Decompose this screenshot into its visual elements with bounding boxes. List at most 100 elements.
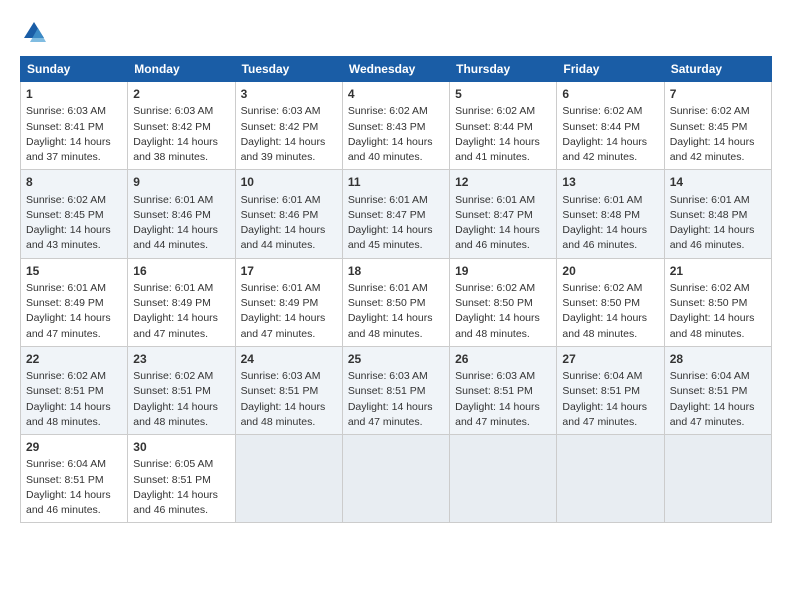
day-cell: 8 Sunrise: 6:02 AM Sunset: 8:45 PM Dayli…: [21, 170, 128, 258]
daylight: Daylight: 14 hours and 40 minutes.: [348, 136, 433, 163]
sunrise: Sunrise: 6:01 AM: [26, 282, 106, 294]
day-number: 5: [455, 86, 551, 103]
day-number: 21: [670, 263, 766, 280]
sunrise: Sunrise: 6:03 AM: [26, 105, 106, 117]
daylight: Daylight: 14 hours and 48 minutes.: [348, 312, 433, 339]
sunset: Sunset: 8:51 PM: [26, 474, 104, 486]
sunrise: Sunrise: 6:03 AM: [133, 105, 213, 117]
day-cell: 29 Sunrise: 6:04 AM Sunset: 8:51 PM Dayl…: [21, 435, 128, 523]
daylight: Daylight: 14 hours and 38 minutes.: [133, 136, 218, 163]
sunset: Sunset: 8:50 PM: [348, 297, 426, 309]
daylight: Daylight: 14 hours and 48 minutes.: [26, 401, 111, 428]
sunset: Sunset: 8:51 PM: [670, 385, 748, 397]
sunset: Sunset: 8:51 PM: [133, 385, 211, 397]
col-header-tuesday: Tuesday: [235, 57, 342, 82]
sunrise: Sunrise: 6:02 AM: [455, 105, 535, 117]
sunrise: Sunrise: 6:01 AM: [133, 282, 213, 294]
sunrise: Sunrise: 6:01 AM: [455, 194, 535, 206]
col-header-wednesday: Wednesday: [342, 57, 449, 82]
sunset: Sunset: 8:51 PM: [26, 385, 104, 397]
col-header-monday: Monday: [128, 57, 235, 82]
day-number: 20: [562, 263, 658, 280]
sunset: Sunset: 8:44 PM: [455, 121, 533, 133]
sunset: Sunset: 8:51 PM: [562, 385, 640, 397]
day-number: 9: [133, 174, 229, 191]
sunset: Sunset: 8:45 PM: [26, 209, 104, 221]
col-header-saturday: Saturday: [664, 57, 771, 82]
sunset: Sunset: 8:47 PM: [455, 209, 533, 221]
day-cell: 27 Sunrise: 6:04 AM Sunset: 8:51 PM Dayl…: [557, 346, 664, 434]
daylight: Daylight: 14 hours and 43 minutes.: [26, 224, 111, 251]
sunrise: Sunrise: 6:01 AM: [133, 194, 213, 206]
daylight: Daylight: 14 hours and 44 minutes.: [133, 224, 218, 251]
day-cell: 12 Sunrise: 6:01 AM Sunset: 8:47 PM Dayl…: [450, 170, 557, 258]
daylight: Daylight: 14 hours and 48 minutes.: [133, 401, 218, 428]
sunrise: Sunrise: 6:03 AM: [348, 370, 428, 382]
day-number: 8: [26, 174, 122, 191]
day-cell: 16 Sunrise: 6:01 AM Sunset: 8:49 PM Dayl…: [128, 258, 235, 346]
daylight: Daylight: 14 hours and 47 minutes.: [26, 312, 111, 339]
week-row-1: 1 Sunrise: 6:03 AM Sunset: 8:41 PM Dayli…: [21, 82, 772, 170]
day-number: 11: [348, 174, 444, 191]
header: [20, 18, 772, 46]
week-row-2: 8 Sunrise: 6:02 AM Sunset: 8:45 PM Dayli…: [21, 170, 772, 258]
col-header-friday: Friday: [557, 57, 664, 82]
sunrise: Sunrise: 6:02 AM: [670, 282, 750, 294]
day-cell: 28 Sunrise: 6:04 AM Sunset: 8:51 PM Dayl…: [664, 346, 771, 434]
day-number: 18: [348, 263, 444, 280]
daylight: Daylight: 14 hours and 47 minutes.: [455, 401, 540, 428]
day-number: 24: [241, 351, 337, 368]
day-cell: 21 Sunrise: 6:02 AM Sunset: 8:50 PM Dayl…: [664, 258, 771, 346]
day-number: 2: [133, 86, 229, 103]
daylight: Daylight: 14 hours and 39 minutes.: [241, 136, 326, 163]
sunset: Sunset: 8:44 PM: [562, 121, 640, 133]
col-header-thursday: Thursday: [450, 57, 557, 82]
sunrise: Sunrise: 6:01 AM: [348, 282, 428, 294]
sunrise: Sunrise: 6:01 AM: [562, 194, 642, 206]
day-cell: 30 Sunrise: 6:05 AM Sunset: 8:51 PM Dayl…: [128, 435, 235, 523]
daylight: Daylight: 14 hours and 47 minutes.: [241, 312, 326, 339]
day-number: 1: [26, 86, 122, 103]
sunset: Sunset: 8:50 PM: [562, 297, 640, 309]
sunset: Sunset: 8:46 PM: [241, 209, 319, 221]
day-number: 14: [670, 174, 766, 191]
week-row-3: 15 Sunrise: 6:01 AM Sunset: 8:49 PM Dayl…: [21, 258, 772, 346]
week-row-5: 29 Sunrise: 6:04 AM Sunset: 8:51 PM Dayl…: [21, 435, 772, 523]
daylight: Daylight: 14 hours and 46 minutes.: [670, 224, 755, 251]
sunset: Sunset: 8:51 PM: [348, 385, 426, 397]
day-number: 19: [455, 263, 551, 280]
sunrise: Sunrise: 6:04 AM: [562, 370, 642, 382]
daylight: Daylight: 14 hours and 42 minutes.: [562, 136, 647, 163]
day-cell: 1 Sunrise: 6:03 AM Sunset: 8:41 PM Dayli…: [21, 82, 128, 170]
day-number: 27: [562, 351, 658, 368]
sunset: Sunset: 8:48 PM: [562, 209, 640, 221]
sunset: Sunset: 8:51 PM: [133, 474, 211, 486]
logo: [20, 18, 52, 46]
sunset: Sunset: 8:49 PM: [133, 297, 211, 309]
sunset: Sunset: 8:51 PM: [455, 385, 533, 397]
day-number: 7: [670, 86, 766, 103]
day-number: 10: [241, 174, 337, 191]
day-cell: 3 Sunrise: 6:03 AM Sunset: 8:42 PM Dayli…: [235, 82, 342, 170]
calendar-table: SundayMondayTuesdayWednesdayThursdayFrid…: [20, 56, 772, 523]
daylight: Daylight: 14 hours and 48 minutes.: [562, 312, 647, 339]
day-number: 28: [670, 351, 766, 368]
sunrise: Sunrise: 6:02 AM: [670, 105, 750, 117]
sunset: Sunset: 8:49 PM: [26, 297, 104, 309]
daylight: Daylight: 14 hours and 45 minutes.: [348, 224, 433, 251]
day-cell: 26 Sunrise: 6:03 AM Sunset: 8:51 PM Dayl…: [450, 346, 557, 434]
day-cell: 2 Sunrise: 6:03 AM Sunset: 8:42 PM Dayli…: [128, 82, 235, 170]
day-cell: 6 Sunrise: 6:02 AM Sunset: 8:44 PM Dayli…: [557, 82, 664, 170]
day-number: 23: [133, 351, 229, 368]
header-row: SundayMondayTuesdayWednesdayThursdayFrid…: [21, 57, 772, 82]
day-number: 6: [562, 86, 658, 103]
sunset: Sunset: 8:48 PM: [670, 209, 748, 221]
sunset: Sunset: 8:43 PM: [348, 121, 426, 133]
day-cell: 15 Sunrise: 6:01 AM Sunset: 8:49 PM Dayl…: [21, 258, 128, 346]
day-cell: 18 Sunrise: 6:01 AM Sunset: 8:50 PM Dayl…: [342, 258, 449, 346]
day-cell: 13 Sunrise: 6:01 AM Sunset: 8:48 PM Dayl…: [557, 170, 664, 258]
daylight: Daylight: 14 hours and 47 minutes.: [348, 401, 433, 428]
sunrise: Sunrise: 6:02 AM: [348, 105, 428, 117]
sunrise: Sunrise: 6:02 AM: [562, 105, 642, 117]
day-cell: 22 Sunrise: 6:02 AM Sunset: 8:51 PM Dayl…: [21, 346, 128, 434]
